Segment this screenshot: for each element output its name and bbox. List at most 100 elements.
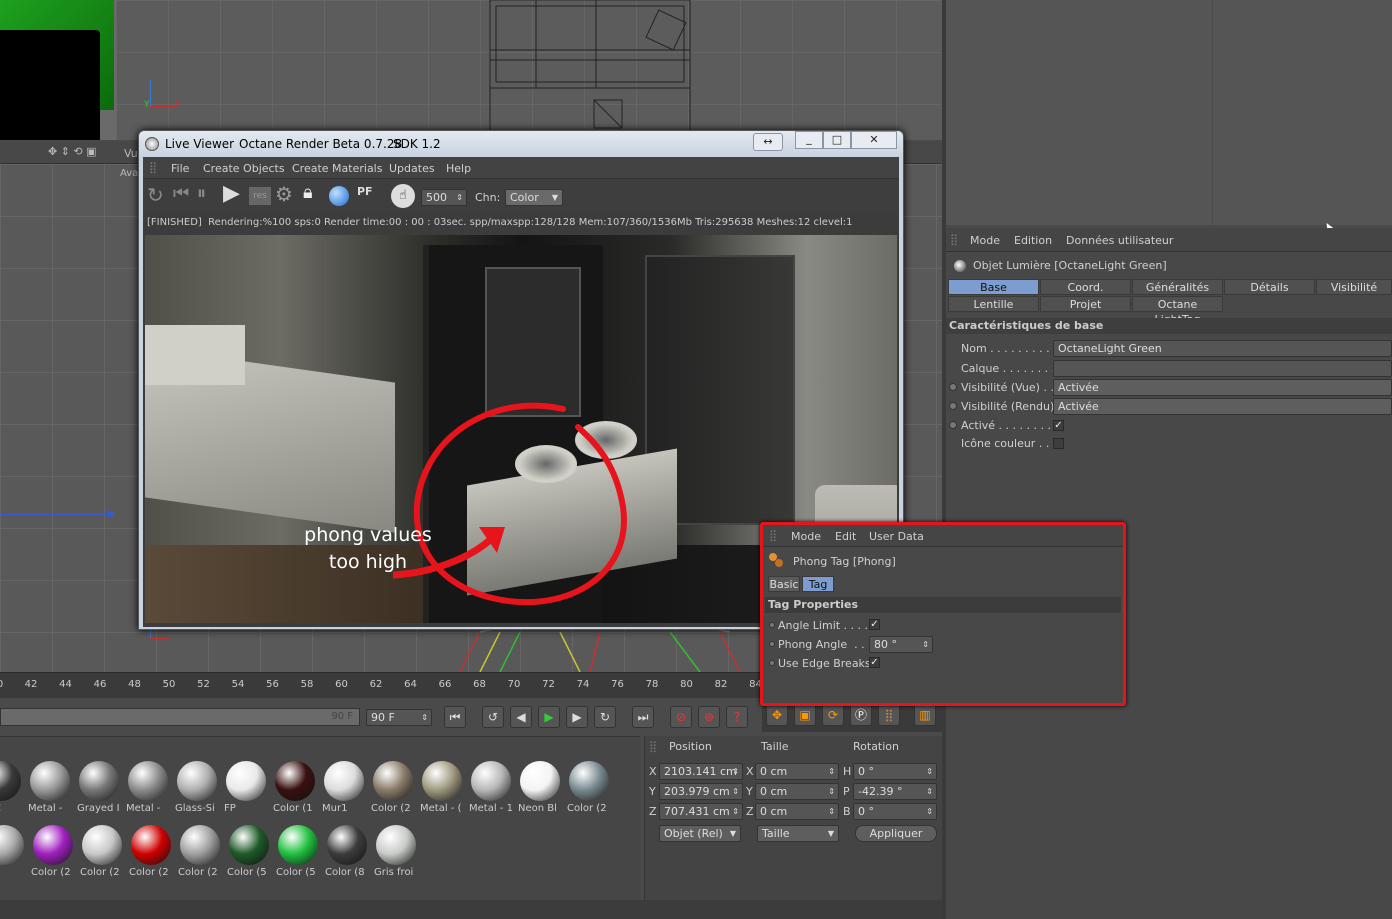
maximize-button[interactable]: □ — [823, 131, 851, 149]
attr-text-field[interactable] — [1053, 360, 1392, 377]
pick-icon[interactable]: ☝ — [391, 184, 415, 208]
prev-key-icon[interactable]: ↺ — [482, 706, 504, 728]
channel-select[interactable]: Color ▼ — [505, 189, 563, 206]
next-key-icon[interactable]: ↻ — [594, 706, 616, 728]
spp-field[interactable]: 500 ⇕ — [421, 189, 467, 206]
phong-tab-basic[interactable]: Basic — [768, 576, 800, 592]
rewind-icon[interactable]: ⏮ — [173, 183, 189, 204]
rotation-field[interactable]: 0 ° ⇕ — [853, 803, 937, 820]
material-swatch[interactable]: Metal - — [28, 759, 72, 817]
menu-create-materials[interactable]: Create Materials — [292, 162, 382, 175]
go-end-icon[interactable]: ⏭ — [632, 706, 654, 728]
help-key-icon[interactable]: ? — [726, 706, 748, 728]
position-field[interactable]: 707.431 cm ⇕ — [659, 803, 743, 820]
material-swatch[interactable]: Color (2 — [567, 759, 611, 817]
frame-end-field[interactable]: 90 F ⇕ — [366, 709, 432, 726]
phong-angle-field[interactable]: 80 ° ⇕ — [869, 636, 933, 653]
animate-dot[interactable] — [769, 660, 775, 666]
autokey-icon[interactable]: ⊛ — [698, 706, 720, 728]
phong-menu-edit[interactable]: Edit — [835, 530, 856, 543]
position-field[interactable]: 203.979 cm ⇕ — [659, 783, 743, 800]
animate-dot[interactable] — [949, 421, 957, 429]
size-field[interactable]: 0 cm ⇕ — [755, 783, 839, 800]
attr-tab[interactable]: Visibilité — [1316, 279, 1392, 295]
phong-menu-userdata[interactable]: User Data — [869, 530, 924, 543]
rotation-field[interactable]: -42.39 ° ⇕ — [853, 783, 937, 800]
phong-tab-tag[interactable]: Tag — [802, 576, 834, 592]
material-swatch[interactable]: Color (1 — [273, 759, 317, 817]
res-icon[interactable]: res — [249, 187, 271, 205]
attr-tab[interactable]: Base — [948, 279, 1039, 295]
material-swatch[interactable]: Metal - ( — [420, 759, 464, 817]
go-start-icon[interactable]: ⏮ — [444, 706, 466, 728]
menu-updates[interactable]: Updates — [389, 162, 435, 175]
material-swatch[interactable]: Mur1 — [322, 759, 366, 817]
material-swatch[interactable]: Metal - — [126, 759, 170, 817]
material-swatch[interactable]: Color (2 — [129, 823, 173, 881]
film-icon[interactable]: ▥ — [914, 704, 936, 726]
menu-mode[interactable]: Mode — [970, 234, 1000, 247]
prev-frame-icon[interactable]: ◀ — [510, 706, 532, 728]
position-field[interactable]: 2103.141 cm ⇕ — [659, 763, 743, 780]
apply-button[interactable]: Appliquer — [855, 825, 937, 842]
angle-limit-checkbox[interactable]: ✓ — [869, 619, 880, 630]
close-button[interactable]: ✕ — [851, 131, 897, 149]
attr-tab[interactable]: Généralités — [1132, 279, 1223, 295]
sphere-icon[interactable] — [329, 186, 349, 206]
timeline-ruler[interactable]: 42 44 46 48 50 52 54 56 58 60 62 64 66 68 70 72 74 76 78 80… — [0, 672, 762, 698]
viewport-top[interactable]: Y X — [116, 0, 942, 140]
move-view-icon[interactable]: ✥ ⇕ ⟲ ▣ — [48, 145, 97, 158]
attr-tab[interactable]: Projet — [1040, 296, 1131, 312]
play-forward-icon[interactable]: ▶ — [538, 706, 560, 728]
play-icon[interactable]: ▶ — [223, 181, 240, 206]
record-icon[interactable]: ⊘ — [670, 706, 692, 728]
material-swatch[interactable]: Color (8 — [325, 823, 369, 881]
size-field[interactable]: 0 cm ⇕ — [755, 803, 839, 820]
scale-tool-icon[interactable]: ▣ — [794, 704, 816, 726]
animate-dot[interactable] — [949, 383, 957, 391]
live-viewer-titlebar[interactable]: Live Viewer Octane Render Beta 0.7.28 SD… — [139, 131, 903, 157]
grid-tool-icon[interactable]: ⣿ — [878, 704, 900, 726]
material-swatch[interactable]: FP — [224, 759, 268, 817]
material-swatch[interactable]: Color (2 — [371, 759, 415, 817]
material-swatch[interactable]: Gris froi — [374, 823, 418, 881]
size-field[interactable]: 0 cm ⇕ — [755, 763, 839, 780]
frame-scrubber[interactable]: 90 F — [0, 708, 360, 726]
attr-tab[interactable]: Lentille — [948, 296, 1039, 312]
menu-help[interactable]: Help — [446, 162, 471, 175]
attr-tab[interactable]: Octane LightTag — [1132, 296, 1223, 326]
attr-text-field[interactable]: OctaneLight Green — [1053, 340, 1392, 357]
phong-menu-mode[interactable]: Mode — [791, 530, 821, 543]
menu-create-objects[interactable]: Create Objects — [203, 162, 285, 175]
attr-select[interactable]: Activée — [1053, 379, 1392, 396]
p-tool-icon[interactable]: Ⓟ — [850, 704, 872, 726]
material-swatch[interactable]: Metal - 1 — [469, 759, 513, 817]
material-swatch[interactable]: Glass-Si — [175, 759, 219, 817]
material-swatch[interactable]: Color (2 — [80, 823, 124, 881]
attr-tab[interactable]: Détails — [1224, 279, 1315, 295]
minimize-button[interactable]: _ — [795, 131, 823, 149]
use-edge-breaks-checkbox[interactable]: ✓ — [869, 657, 880, 668]
rotate-tool-icon[interactable]: ⟳ — [822, 704, 844, 726]
material-swatch[interactable]: Color (5 — [276, 823, 320, 881]
attr-select[interactable]: Activée — [1053, 398, 1392, 415]
animate-dot[interactable] — [949, 402, 957, 410]
menu-user-data[interactable]: Données utilisateur — [1066, 234, 1173, 247]
attr-tab[interactable]: Coord. — [1040, 279, 1131, 295]
next-frame-icon[interactable]: ▶ — [566, 706, 588, 728]
gear-icon[interactable]: ⚙ — [275, 182, 293, 206]
resize-button[interactable]: ↔ — [753, 133, 783, 151]
menu-file[interactable]: File — [171, 162, 189, 175]
refresh-icon[interactable]: ↻ — [147, 183, 164, 207]
material-swatch[interactable]: Color (2 — [31, 823, 75, 881]
animate-dot[interactable] — [769, 641, 775, 647]
material-swatch[interactable]: do E — [0, 759, 23, 817]
attr-checkbox[interactable]: ✓ — [1053, 420, 1064, 431]
viewport-right-top[interactable] — [944, 0, 1392, 225]
animate-dot[interactable] — [769, 622, 775, 628]
viewport-top-left[interactable] — [0, 0, 116, 140]
material-swatch[interactable]: Color (2 — [178, 823, 222, 881]
rotation-field[interactable]: 0 ° ⇕ — [853, 763, 937, 780]
material-swatch[interactable]: Color (5 — [227, 823, 271, 881]
attr-checkbox[interactable] — [1053, 438, 1064, 449]
